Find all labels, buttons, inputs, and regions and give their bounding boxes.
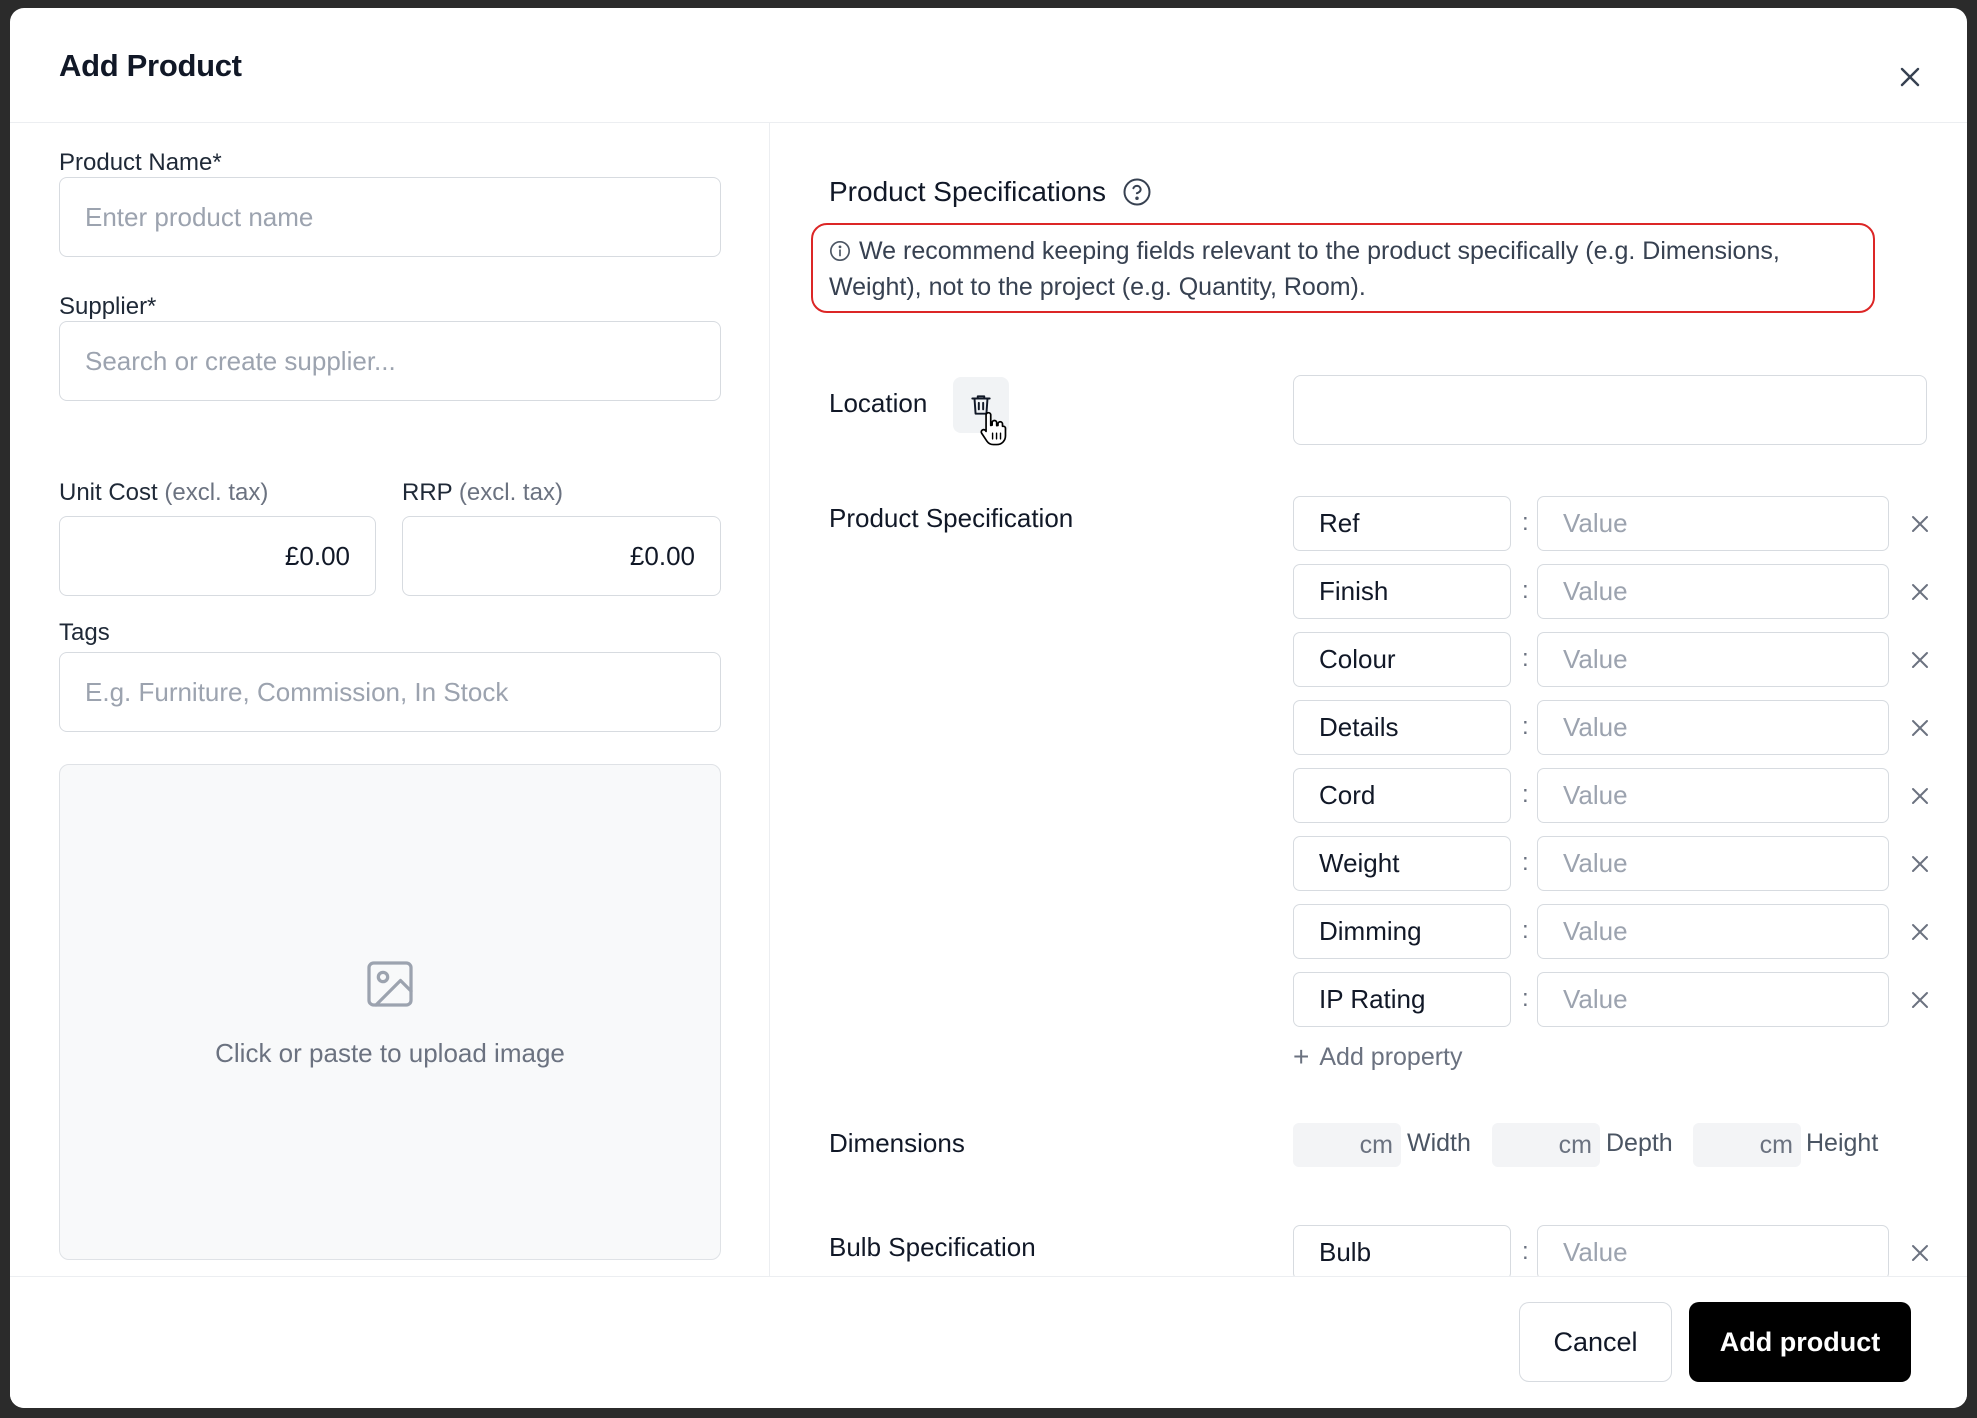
spec-separator: : — [1522, 713, 1529, 740]
rrp-tax-note: (excl. tax) — [458, 479, 563, 506]
spec-key-input[interactable]: IP Rating — [1293, 972, 1511, 1027]
dimensions-label: Dimensions — [829, 1128, 965, 1158]
plus-icon: + — [1293, 1041, 1310, 1072]
close-icon — [1912, 1245, 1928, 1261]
cancel-button[interactable]: Cancel — [1519, 1302, 1672, 1382]
upload-hint: Click or paste to upload image — [215, 1037, 565, 1068]
spec-value-input[interactable]: Value — [1537, 768, 1889, 823]
add-property-label: Add property — [1319, 1042, 1463, 1071]
rrp-label: RRP (excl. tax) — [402, 479, 563, 507]
add-property-button[interactable]: + Add property — [1293, 1041, 1463, 1073]
spec-key-input[interactable]: Details — [1293, 700, 1511, 755]
tags-input[interactable]: E.g. Furniture, Commission, In Stock — [59, 652, 721, 732]
close-icon — [1912, 788, 1928, 804]
spec-key-input[interactable]: Finish — [1293, 564, 1511, 619]
modal-title: Add Product — [59, 48, 242, 83]
spec-key-input[interactable]: Ref — [1293, 496, 1511, 551]
depth-input[interactable]: cm — [1492, 1123, 1600, 1167]
notice-text: We recommend keeping fields relevant to … — [829, 237, 1780, 301]
spec-separator: : — [1522, 781, 1529, 808]
spec-key-input[interactable]: Dimming — [1293, 904, 1511, 959]
rrp-input[interactable]: £0.00 — [402, 516, 721, 596]
width-input[interactable]: cm — [1293, 1123, 1401, 1167]
spec-separator: : — [1522, 985, 1529, 1012]
supplier-search-input[interactable]: Search or create supplier... — [59, 321, 721, 401]
location-input[interactable] — [1293, 375, 1927, 445]
close-icon — [1912, 992, 1928, 1008]
product-name-label: Product Name* — [59, 149, 222, 176]
close-icon — [1912, 720, 1928, 736]
spec-value-input[interactable]: Value — [1537, 496, 1889, 551]
spec-value-input[interactable]: Value — [1537, 904, 1889, 959]
spec-value-input[interactable]: Value — [1537, 564, 1889, 619]
specifications-title-text: Product Specifications — [829, 176, 1107, 207]
remove-spec-button[interactable] — [1903, 575, 1937, 609]
modal-header: Add Product — [10, 8, 1967, 123]
width-label: Width — [1407, 1129, 1471, 1157]
spec-key-input[interactable]: Colour — [1293, 632, 1511, 687]
spec-separator: : — [1522, 849, 1529, 876]
spec-separator: : — [1522, 577, 1529, 604]
add-product-button[interactable]: Add product — [1689, 1302, 1911, 1382]
spec-value-input[interactable]: Value — [1537, 836, 1889, 891]
unit-cost-tax-note: (excl. tax) — [164, 479, 269, 506]
info-icon — [830, 241, 850, 261]
unit-label: cm — [1359, 1130, 1393, 1159]
close-icon — [1900, 67, 1920, 87]
remove-spec-button[interactable] — [1903, 779, 1937, 813]
location-label: Location — [829, 388, 928, 418]
supplier-label: Supplier* — [59, 293, 157, 320]
unit-cost-label: Unit Cost (excl. tax) — [59, 479, 268, 507]
unit-label: cm — [1759, 1130, 1793, 1159]
background-edge — [1968, 0, 1977, 1418]
remove-spec-button[interactable] — [1903, 507, 1937, 541]
spec-separator: : — [1522, 917, 1529, 944]
remove-spec-button[interactable] — [1903, 711, 1937, 745]
spec-key-input[interactable]: Cord — [1293, 768, 1511, 823]
spec-separator: : — [1522, 509, 1529, 536]
recommendation-notice: We recommend keeping fields relevant to … — [811, 223, 1875, 313]
spec-value-input[interactable]: Value — [1537, 972, 1889, 1027]
remove-spec-button[interactable] — [1903, 847, 1937, 881]
remove-spec-button[interactable] — [1903, 915, 1937, 949]
spec-separator: : — [1522, 645, 1529, 672]
bulb-key-input[interactable]: Bulb — [1293, 1225, 1511, 1280]
spec-key-input[interactable]: Weight — [1293, 836, 1511, 891]
modal-footer: Cancel Add product — [10, 1276, 1967, 1408]
trash-icon — [971, 395, 991, 415]
depth-label: Depth — [1606, 1129, 1673, 1157]
remove-bulb-button[interactable] — [1903, 1236, 1937, 1270]
remove-spec-button[interactable] — [1903, 643, 1937, 677]
product-name-input[interactable]: Enter product name — [59, 177, 721, 257]
image-upload-area[interactable]: Click or paste to upload image — [59, 764, 721, 1260]
close-icon — [1912, 652, 1928, 668]
remove-spec-button[interactable] — [1903, 983, 1937, 1017]
bulb-specification-label: Bulb Specification — [829, 1232, 1036, 1262]
product-details-panel: Product Name* Enter product name Supplie… — [10, 123, 770, 1276]
height-label: Height — [1806, 1129, 1879, 1157]
spec-value-input[interactable]: Value — [1537, 632, 1889, 687]
unit-cost-label-text: Unit Cost — [59, 479, 158, 506]
unit-cost-input[interactable]: £0.00 — [59, 516, 376, 596]
image-icon — [367, 960, 413, 1007]
specifications-panel: Product Specifications We recommend keep… — [770, 123, 1967, 1280]
close-icon — [1912, 584, 1928, 600]
tags-label: Tags — [59, 619, 110, 646]
delete-location-button[interactable] — [953, 377, 1009, 433]
bulb-value-input[interactable]: Value — [1537, 1225, 1889, 1280]
close-icon — [1912, 924, 1928, 940]
unit-label: cm — [1558, 1130, 1592, 1159]
add-product-modal: Add Product Product Name* Enter product … — [10, 8, 1967, 1408]
product-specification-label: Product Specification — [829, 503, 1074, 533]
help-circle-icon[interactable] — [1122, 177, 1152, 207]
close-icon — [1912, 516, 1928, 532]
spec-value-input[interactable]: Value — [1537, 700, 1889, 755]
spec-separator: : — [1522, 1238, 1529, 1265]
specifications-title: Product Specifications — [829, 176, 1152, 208]
close-button[interactable] — [1893, 60, 1927, 94]
rrp-label-text: RRP — [402, 479, 453, 506]
close-icon — [1912, 856, 1928, 872]
height-input[interactable]: cm — [1693, 1123, 1801, 1167]
